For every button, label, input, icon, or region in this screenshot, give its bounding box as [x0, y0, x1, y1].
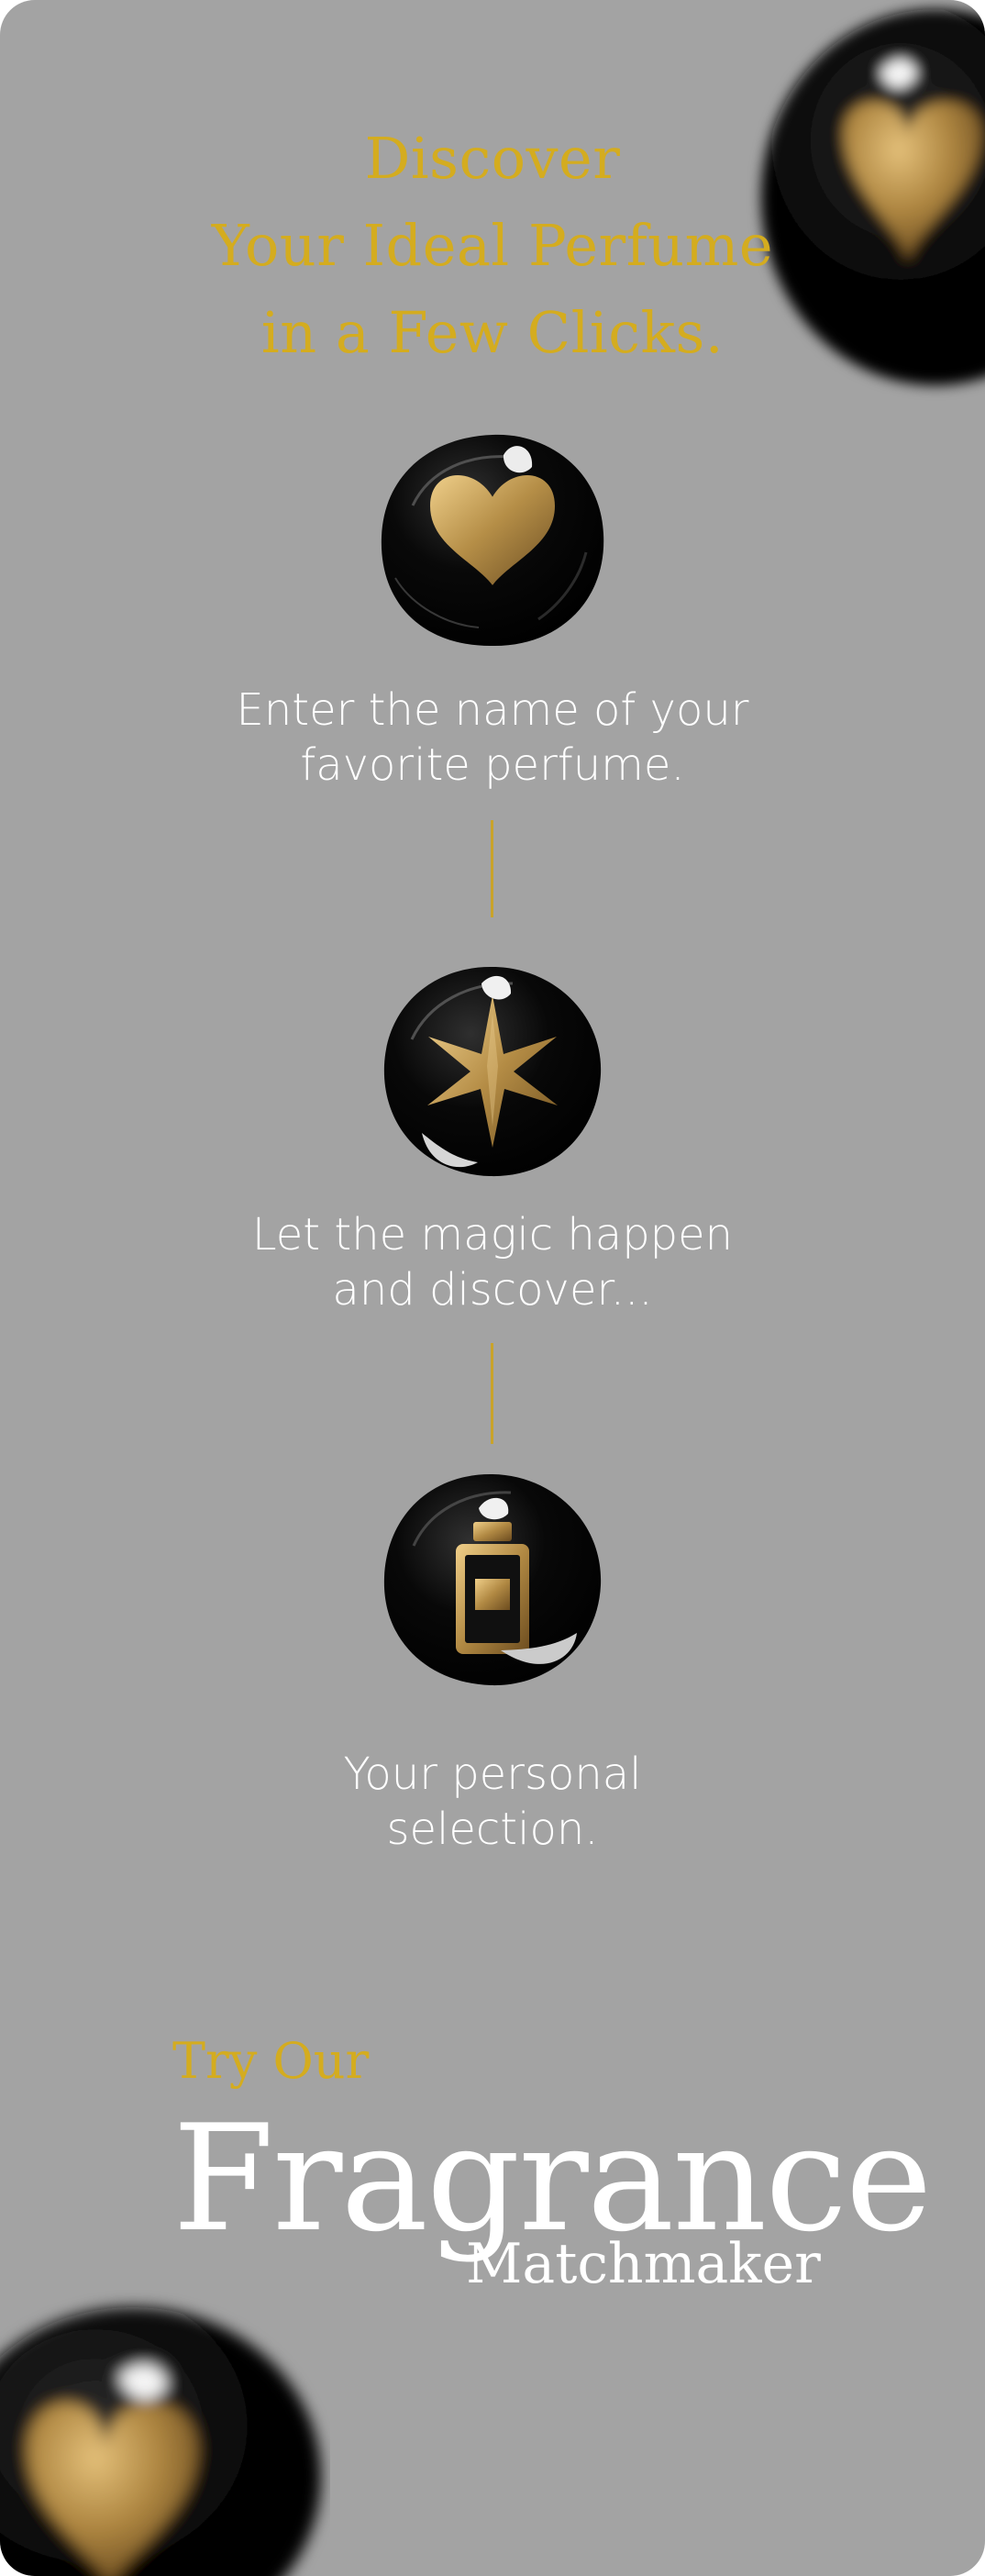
step-1-text-line-1: Enter the name of your: [236, 684, 749, 736]
onboarding-card: Discover Your Ideal Perfume in a Few Cli…: [0, 0, 985, 2576]
step-3-text-line-1: Your personal: [343, 1749, 642, 1800]
page-title-line-2: Your Ideal Perfume: [211, 212, 774, 279]
step-2-text-line-1: Let the magic happen: [251, 1209, 734, 1260]
cta-subtitle: Matchmaker: [466, 2232, 821, 2296]
decorative-heart-blob-bottom: [0, 2307, 321, 2576]
heart-icon: [381, 434, 604, 647]
step-connector-1: [491, 820, 493, 917]
cta-eyebrow: Try Our: [172, 2032, 370, 2090]
perfume-bottle-icon: [383, 1473, 602, 1686]
star-icon: [383, 966, 602, 1177]
step-3-text-line-2: selection.: [386, 1804, 599, 1855]
step-2-text-line-2: and discover...: [332, 1264, 653, 1316]
step-1-text-line-2: favorite perfume.: [300, 739, 685, 791]
page-title-line-1: Discover: [364, 125, 621, 192]
page-title-line-3: in a Few Clicks.: [260, 299, 725, 366]
step-connector-2: [491, 1343, 493, 1444]
